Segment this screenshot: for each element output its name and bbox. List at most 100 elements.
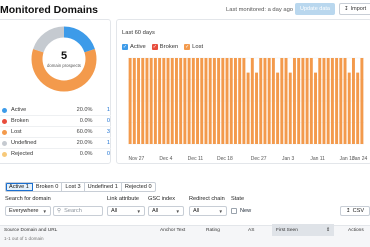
tab-active[interactable]: Active 1 xyxy=(6,183,33,191)
legend-row-lost[interactable]: Lost 60.0% 3 xyxy=(2,127,110,137)
tab-undefined[interactable]: Undefined 1 xyxy=(85,183,122,191)
import-label: Import xyxy=(350,6,367,12)
bar[interactable] xyxy=(183,58,187,144)
bar[interactable] xyxy=(137,58,141,144)
tab-broken[interactable]: Broken 0 xyxy=(33,183,63,191)
bar[interactable] xyxy=(314,72,318,144)
bar[interactable] xyxy=(250,58,254,144)
tab-rejected[interactable]: Rejected 0 xyxy=(122,183,155,191)
search-placeholder: Search xyxy=(64,208,82,214)
tab-count: 0 xyxy=(55,184,59,190)
export-csv-button[interactable]: ↥ CSV xyxy=(340,206,370,216)
status-count[interactable]: 3 xyxy=(93,129,110,135)
column-first-seen[interactable]: First Seen ⇕ xyxy=(272,224,334,236)
bar[interactable] xyxy=(174,58,178,144)
bar[interactable] xyxy=(166,58,170,144)
bar[interactable] xyxy=(225,58,229,144)
bar[interactable] xyxy=(191,58,195,144)
column-as[interactable]: AS xyxy=(248,228,254,233)
gsc-index-select[interactable]: All ▼ xyxy=(148,206,184,216)
bar[interactable] xyxy=(309,58,313,144)
bar[interactable] xyxy=(187,58,191,144)
bar[interactable] xyxy=(297,58,301,144)
bar[interactable] xyxy=(280,58,284,144)
last-monitored-text: Last monitored: a day ago xyxy=(226,7,294,13)
bar[interactable] xyxy=(196,58,200,144)
bar[interactable] xyxy=(267,58,271,144)
state-new-checkbox[interactable]: New xyxy=(231,208,251,214)
bar[interactable] xyxy=(255,72,259,144)
import-button[interactable]: ↧ Import xyxy=(339,3,370,15)
bar[interactable] xyxy=(238,58,242,144)
bar[interactable] xyxy=(276,72,280,144)
bar[interactable] xyxy=(284,58,288,144)
bar[interactable] xyxy=(330,58,334,144)
bar[interactable] xyxy=(200,58,204,144)
lost-bar-chart: Nov 27 Dec 4 Dec 11 Dec 18 Dec 27 Jan 3 Jan 11… xyxy=(128,57,368,162)
bar[interactable] xyxy=(153,58,157,144)
tab-lost[interactable]: Lost 3 xyxy=(62,183,85,191)
bar[interactable] xyxy=(347,72,351,144)
bar[interactable] xyxy=(335,58,339,144)
column-source-domain[interactable]: Source Domain and URL xyxy=(4,228,57,233)
search-scope-value: Everywhere xyxy=(9,208,39,214)
x-tick-label: Nov 27 xyxy=(129,156,145,162)
bar[interactable] xyxy=(356,72,360,144)
legend-row-rejected[interactable]: Rejected 0.0% 0 xyxy=(2,149,110,159)
update-data-button[interactable]: Update data xyxy=(295,3,335,15)
status-count[interactable]: 0 xyxy=(93,118,110,124)
bar[interactable] xyxy=(326,58,330,144)
bar[interactable] xyxy=(242,58,246,144)
bar[interactable] xyxy=(145,58,149,144)
bar[interactable] xyxy=(305,58,309,144)
bar[interactable] xyxy=(322,58,326,144)
bar[interactable] xyxy=(170,58,174,144)
tab-count: 0 xyxy=(148,184,152,190)
bar[interactable] xyxy=(263,58,267,144)
bar[interactable] xyxy=(208,58,212,144)
column-anchor-text[interactable]: Anchor Text xyxy=(160,228,185,233)
column-rating[interactable]: Rating xyxy=(206,228,220,233)
search-scope-select[interactable]: Everywhere ▼ xyxy=(5,206,51,216)
bar[interactable] xyxy=(158,58,162,144)
link-attribute-select[interactable]: All ▼ xyxy=(107,206,145,216)
bar[interactable] xyxy=(351,58,355,144)
bar[interactable] xyxy=(141,58,145,144)
bar[interactable] xyxy=(128,58,132,144)
search-input[interactable]: ⚲ Search xyxy=(53,206,103,216)
bar[interactable] xyxy=(339,58,343,144)
column-actions: Actions xyxy=(348,228,364,233)
bar[interactable] xyxy=(179,58,183,144)
status-tabs: Active 1 Broken 0 Lost 3 Undefined 1 Rejecte… xyxy=(5,182,156,192)
legend-row-undefined[interactable]: Undefined 20.0% 1 xyxy=(2,138,110,148)
bar[interactable] xyxy=(229,58,233,144)
bar[interactable] xyxy=(149,58,153,144)
bar[interactable] xyxy=(132,58,136,144)
x-tick-label: Dec 11 xyxy=(188,156,204,162)
legend-row-broken[interactable]: Broken 0.0% 0 xyxy=(2,116,110,126)
bar[interactable] xyxy=(318,58,322,144)
status-dot xyxy=(2,129,7,135)
bar[interactable] xyxy=(221,58,225,144)
bar[interactable] xyxy=(360,58,364,144)
status-count[interactable]: 1 xyxy=(93,107,110,113)
bar[interactable] xyxy=(217,58,221,144)
bar[interactable] xyxy=(212,58,216,144)
checkbox-box[interactable] xyxy=(231,208,237,214)
status-count[interactable]: 1 xyxy=(93,140,110,146)
bar[interactable] xyxy=(288,72,292,144)
bar[interactable] xyxy=(259,58,263,144)
bar[interactable] xyxy=(246,72,250,144)
bar[interactable] xyxy=(343,58,347,144)
chevron-down-icon: ▼ xyxy=(218,208,223,214)
bar[interactable] xyxy=(233,58,237,144)
bar[interactable] xyxy=(301,58,305,144)
bar[interactable] xyxy=(271,58,275,144)
legend-row-active[interactable]: Active 20.0% 1 xyxy=(2,105,110,115)
status-count[interactable]: 0 xyxy=(93,151,110,157)
status-percent: 20.0% xyxy=(76,107,93,113)
bar[interactable] xyxy=(162,58,166,144)
redirect-chain-select[interactable]: All ▼ xyxy=(189,206,227,216)
bar[interactable] xyxy=(204,58,208,144)
bar[interactable] xyxy=(292,58,296,144)
